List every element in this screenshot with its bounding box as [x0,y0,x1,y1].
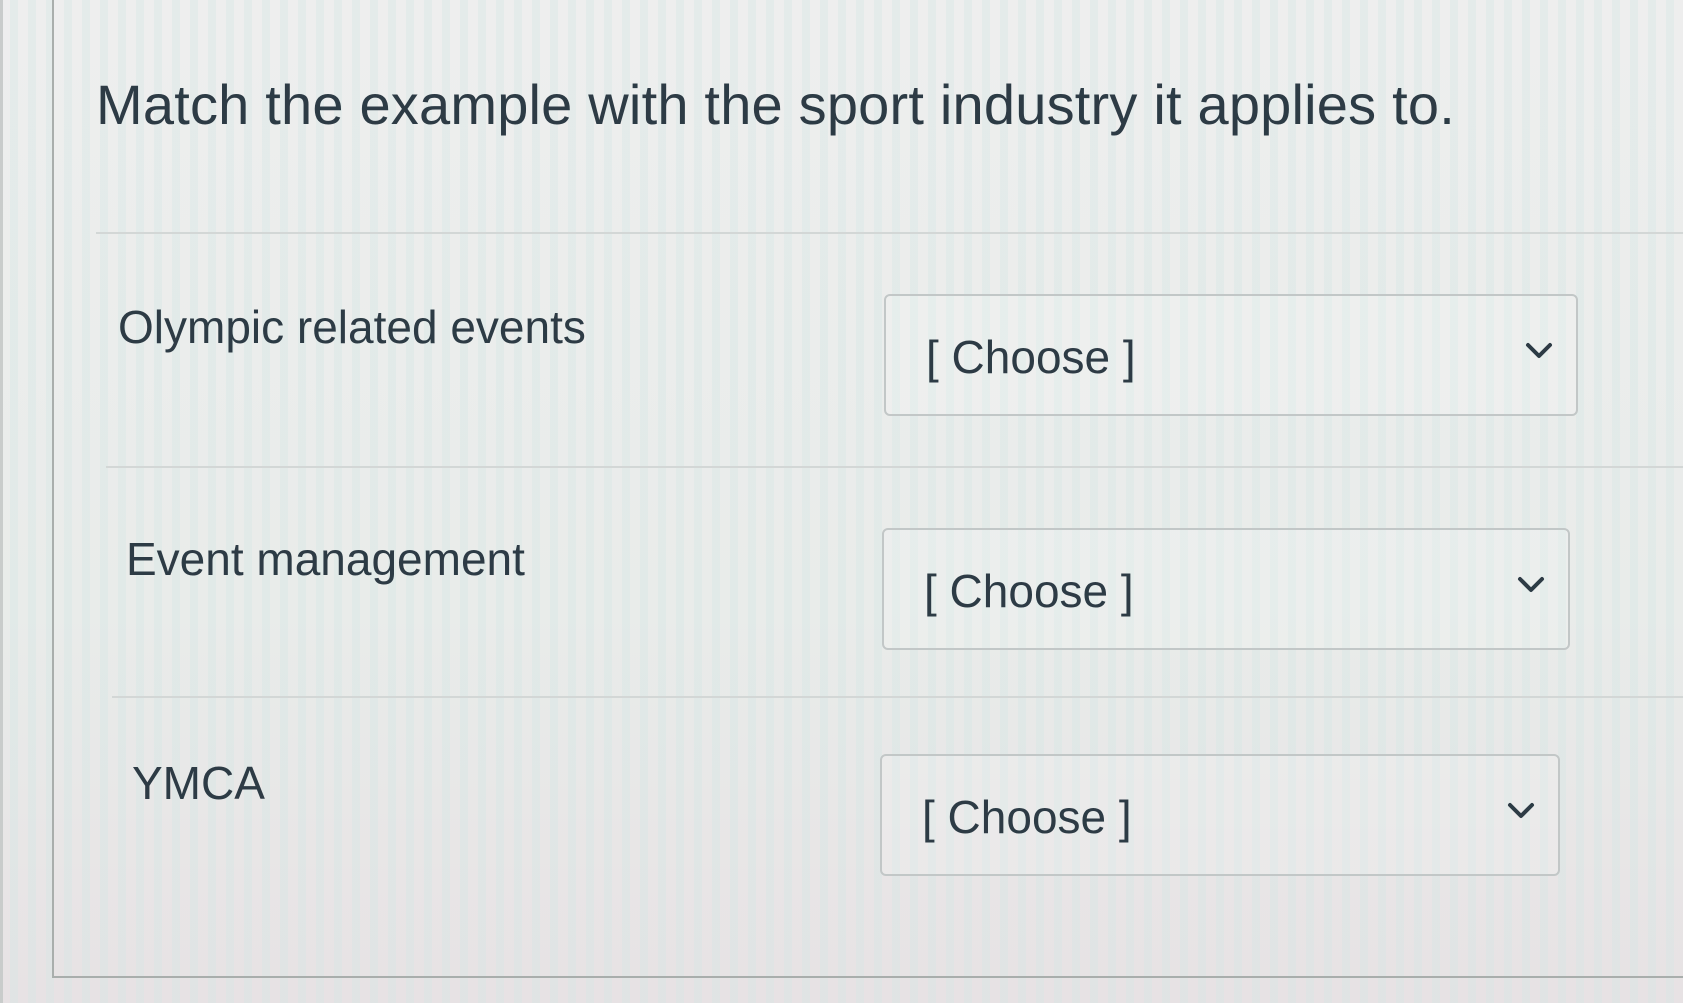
divider-1 [106,466,1683,468]
answer-select-olympic[interactable]: [ Choose ] [884,294,1578,416]
chevron-down-icon [1518,577,1544,592]
answer-select-event-management[interactable]: [ Choose ] [882,528,1570,650]
divider-2 [112,696,1683,698]
window-edge [0,0,3,1003]
select-value: [ Choose ] [924,565,1134,617]
question-title: Match the example with the sport industr… [96,73,1455,136]
chevron-down-icon [1526,343,1552,358]
answer-select-ymca[interactable]: [ Choose ] [880,754,1560,876]
select-value: [ Choose ] [922,791,1132,843]
match-prompt-ymca: YMCA [132,757,265,809]
match-prompt-olympic: Olympic related events [118,301,586,353]
quiz-page: Match the example with the sport industr… [0,0,1683,1003]
divider-top [96,232,1683,234]
chevron-down-icon [1508,803,1534,818]
match-prompt-event-management: Event management [126,533,525,585]
select-value: [ Choose ] [926,331,1136,383]
